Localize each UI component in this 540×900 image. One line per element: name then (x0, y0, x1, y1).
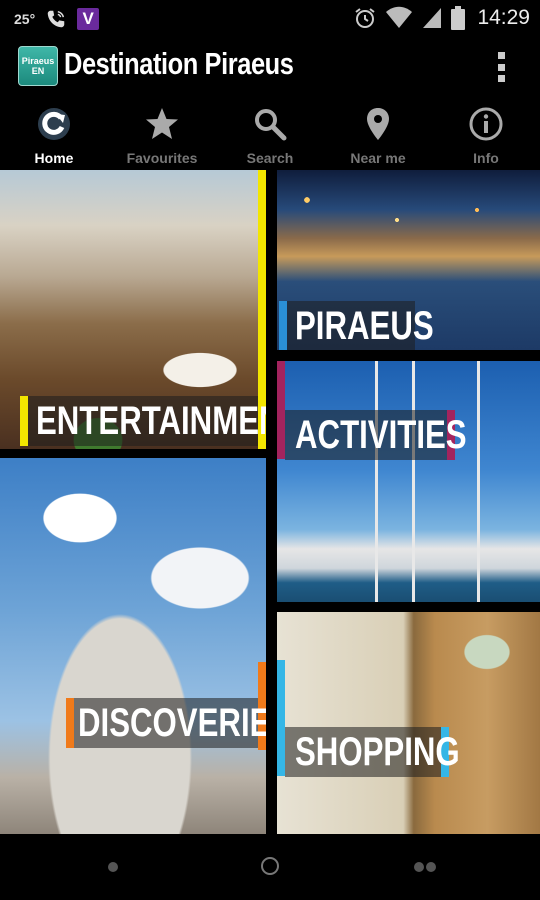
tab-label: Home (34, 150, 74, 166)
signal-icon (423, 8, 442, 28)
recents-button[interactable] (414, 862, 424, 872)
tab-label: Info (473, 150, 499, 166)
star-icon (146, 108, 178, 139)
tab-label: Near me (350, 150, 406, 166)
logo-line2: EN (31, 66, 45, 76)
tile-piraeus[interactable]: PIRAEUS (277, 170, 540, 350)
temperature-text: 25° (14, 11, 36, 27)
tile-label-shopping: SHOPPING (285, 727, 460, 777)
tile-discoveries[interactable]: DISCOVERIES (0, 458, 266, 834)
tab-label: Search (246, 150, 294, 166)
alarm-clock-icon (355, 8, 376, 28)
action-bar: Piraeus EN Destination Piraeus (0, 38, 540, 100)
tab-home[interactable]: Home (0, 100, 108, 168)
overflow-menu-icon[interactable] (496, 52, 506, 82)
refresh-icon (38, 108, 70, 140)
tile-entertainment[interactable]: ENTERTAINMENT (0, 170, 266, 449)
app-title: Destination Piraeus (64, 46, 294, 81)
battery-icon (451, 6, 466, 30)
tile-shopping[interactable]: SHOPPING (277, 612, 540, 834)
logo-line1: Piraeus (21, 56, 55, 66)
wifi-icon (386, 6, 413, 28)
navigation-bar (0, 834, 540, 900)
tab-near-me[interactable]: Near me (324, 100, 432, 168)
search-icon (255, 109, 287, 141)
phone-icon (47, 10, 65, 28)
tile-accent-bar (277, 660, 285, 776)
tile-activities[interactable]: ACTIVITIES (277, 361, 540, 602)
app-logo[interactable]: Piraeus EN (18, 46, 58, 86)
tile-label-piraeus: PIRAEUS (279, 301, 434, 350)
tab-search[interactable]: Search (216, 100, 324, 168)
label-accent-bar (20, 396, 28, 446)
tile-label-discoveries: DISCOVERIES (66, 698, 266, 748)
home-button[interactable] (261, 857, 279, 875)
recents-button-dot (426, 862, 436, 872)
clock-text: 14:29 (477, 6, 530, 29)
v-app-icon: V (77, 8, 100, 30)
back-button[interactable] (108, 862, 118, 872)
label-accent-bar (66, 698, 74, 748)
tile-accent-bar (277, 361, 285, 459)
info-icon (469, 107, 503, 141)
location-pin-icon (367, 108, 389, 140)
tile-label-activities: ACTIVITIES (285, 410, 467, 460)
status-bar: 25° V 14:29 (0, 0, 540, 38)
label-accent-bar (279, 301, 287, 350)
tab-bar: Home Favourites Search Near me Info (0, 100, 540, 168)
tab-info[interactable]: Info (432, 100, 540, 168)
tab-label: Favourites (126, 150, 198, 166)
tile-label-entertainment: ENTERTAINMENT (20, 396, 266, 446)
tab-favourites[interactable]: Favourites (108, 100, 216, 168)
